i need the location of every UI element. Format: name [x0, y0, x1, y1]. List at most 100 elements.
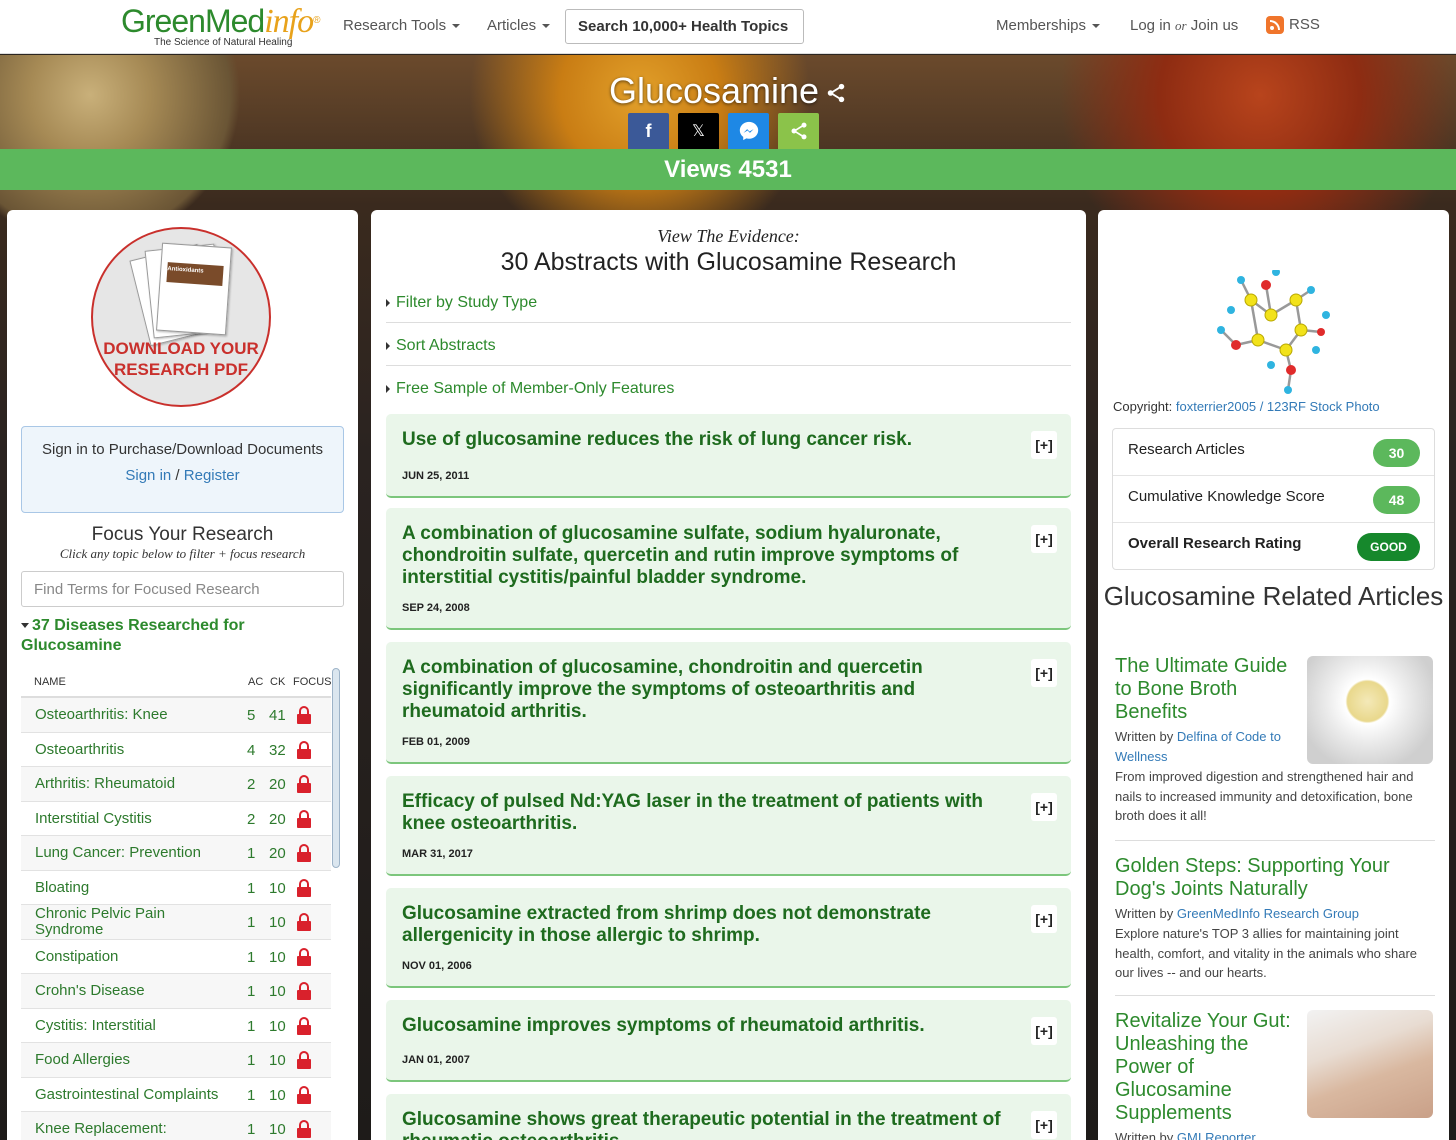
disease-name[interactable]: Chronic Pelvic Pain Syndrome — [35, 905, 235, 939]
disease-name[interactable]: Bloating — [35, 871, 235, 905]
sort-abstracts-toggle[interactable]: Sort Abstracts — [386, 323, 1071, 366]
abstract-title[interactable]: Use of glucosamine reduces the risk of l… — [402, 429, 1007, 451]
messenger-share-button[interactable] — [728, 113, 769, 149]
disease-row[interactable]: Knee Replacement: 1 10 — [21, 1112, 331, 1140]
login-join-link[interactable]: Log in or Join us — [1130, 17, 1238, 34]
disease-name[interactable]: Interstitial Cystitis — [35, 802, 235, 836]
lock-icon[interactable] — [297, 1051, 311, 1069]
abstract-card[interactable]: Use of glucosamine reduces the risk of l… — [386, 414, 1071, 498]
disease-row[interactable]: Food Allergies 1 10 — [21, 1043, 331, 1078]
lock-icon[interactable] — [297, 844, 311, 862]
disease-name[interactable]: Food Allergies — [35, 1043, 235, 1077]
lock-icon[interactable] — [297, 740, 311, 759]
expand-abstract-button[interactable]: [+] — [1031, 793, 1057, 821]
table-scrollbar[interactable] — [332, 668, 340, 868]
free-sample-toggle[interactable]: Free Sample of Member-Only Features — [386, 366, 1071, 409]
expand-abstract-button[interactable]: [+] — [1031, 659, 1057, 687]
sign-in-link[interactable]: Sign in — [125, 467, 171, 484]
abstract-title[interactable]: A combination of glucosamine, chondroiti… — [402, 657, 1007, 723]
disease-name[interactable]: Osteoarthritis: Knee — [35, 698, 235, 732]
disease-row[interactable]: Osteoarthritis 4 32 — [21, 733, 331, 767]
abstract-card[interactable]: Glucosamine extracted from shrimp does n… — [386, 888, 1071, 988]
copyright-link[interactable]: foxterrier2005 / 123RF Stock Photo — [1176, 399, 1380, 414]
disease-row[interactable]: Gastrointestinal Complaints 1 10 — [21, 1078, 331, 1112]
disease-row[interactable]: Osteoarthritis: Knee 5 41 — [21, 698, 331, 733]
disease-row[interactable]: Lung Cancer: Prevention 1 20 — [21, 836, 331, 871]
expand-abstract-button[interactable]: [+] — [1031, 1111, 1057, 1139]
gut-health-thumbnail[interactable] — [1307, 1010, 1433, 1118]
expand-abstract-button[interactable]: [+] — [1031, 525, 1057, 553]
memberships-menu[interactable]: Memberships — [996, 17, 1101, 34]
articles-menu[interactable]: Articles — [487, 17, 551, 34]
lock-icon[interactable] — [297, 913, 311, 931]
research-tools-menu[interactable]: Research Tools — [343, 17, 461, 34]
abstract-card[interactable]: Glucosamine improves symptoms of rheumat… — [386, 1000, 1071, 1082]
lock-icon[interactable] — [297, 947, 311, 966]
lock-icon[interactable] — [297, 1120, 311, 1138]
article-author[interactable]: GMI Reporter — [1177, 1130, 1256, 1140]
link-separator: / — [175, 467, 180, 484]
download-research-pdf-button[interactable]: Antioxidants DOWNLOAD YOUR RESEARCH PDF — [91, 227, 271, 407]
share-icon[interactable] — [825, 82, 847, 104]
abstract-title[interactable]: Glucosamine improves symptoms of rheumat… — [402, 1015, 1007, 1037]
disease-row[interactable]: Bloating 1 10 — [21, 871, 331, 905]
disease-name[interactable]: Cystitis: Interstitial — [35, 1009, 235, 1043]
filter-study-type-toggle[interactable]: Filter by Study Type — [386, 280, 1071, 323]
disease-name[interactable]: Knee Replacement: — [35, 1112, 235, 1140]
rss-link[interactable]: RSS — [1266, 16, 1320, 35]
article-title[interactable]: Revitalize Your Gut: Unleashing the Powe… — [1115, 1010, 1295, 1125]
diseases-toggle[interactable]: 37 Diseases Researched for Glucosamine — [21, 616, 331, 656]
page-title-text: Glucosamine — [608, 70, 820, 111]
abstract-card[interactable]: A combination of glucosamine, chondroiti… — [386, 642, 1071, 764]
disease-row[interactable]: Arthritis: Rheumatoid 2 20 — [21, 767, 331, 802]
download-pdf-label: DOWNLOAD YOUR RESEARCH PDF — [93, 338, 269, 380]
article-title[interactable]: The Ultimate Guide to Bone Broth Benefit… — [1115, 655, 1295, 724]
search-health-topics-button[interactable]: Search 10,000+ Health Topics — [565, 9, 804, 44]
lock-icon[interactable] — [297, 982, 311, 1000]
ck-count: 10 — [269, 948, 286, 966]
disease-name[interactable]: Osteoarthritis — [35, 733, 235, 767]
expand-abstract-button[interactable]: [+] — [1031, 905, 1057, 933]
disease-row[interactable]: Cystitis: Interstitial 1 10 — [21, 1009, 331, 1043]
download-pdf-line2: RESEARCH PDF — [113, 360, 249, 379]
generic-share-button[interactable] — [778, 113, 819, 149]
lock-icon[interactable] — [297, 1085, 311, 1104]
bone-broth-thumbnail[interactable] — [1307, 656, 1433, 764]
abstract-title[interactable]: Glucosamine extracted from shrimp does n… — [402, 903, 1007, 947]
article-author[interactable]: GreenMedInfo Research Group — [1177, 906, 1359, 921]
rating-badge: GOOD — [1357, 533, 1420, 561]
article-title[interactable]: Golden Steps: Supporting Your Dog's Join… — [1115, 855, 1415, 901]
abstract-title[interactable]: A combination of glucosamine sulfate, so… — [402, 523, 1007, 589]
disease-row[interactable]: Interstitial Cystitis 2 20 — [21, 802, 331, 836]
abstract-title[interactable]: Efficacy of pulsed Nd:YAG laser in the t… — [402, 791, 1007, 835]
abstract-card[interactable]: Glucosamine shows great therapeutic pote… — [386, 1094, 1071, 1140]
abstract-title[interactable]: Glucosamine shows great therapeutic pote… — [402, 1109, 1007, 1140]
expand-abstract-button[interactable]: [+] — [1031, 431, 1057, 459]
facebook-share-button[interactable]: f — [628, 113, 669, 149]
abstract-card[interactable]: Efficacy of pulsed Nd:YAG laser in the t… — [386, 776, 1071, 876]
abstract-card[interactable]: A combination of glucosamine sulfate, so… — [386, 508, 1071, 630]
disease-row[interactable]: Constipation 1 10 — [21, 940, 331, 974]
lock-icon[interactable] — [297, 706, 311, 724]
disease-name[interactable]: Gastrointestinal Complaints — [35, 1078, 235, 1112]
ac-count: 1 — [247, 879, 256, 897]
disease-name[interactable]: Constipation — [35, 940, 235, 974]
caret-right-icon — [386, 384, 390, 393]
lock-icon[interactable] — [297, 878, 311, 897]
focused-research-search-input[interactable]: Find Terms for Focused Research — [21, 571, 344, 607]
disease-name[interactable]: Arthritis: Rheumatoid — [35, 767, 235, 801]
expand-abstract-button[interactable]: [+] — [1031, 1017, 1057, 1045]
related-article[interactable]: Golden Steps: Supporting Your Dog's Join… — [1115, 855, 1435, 983]
ac-count: 5 — [247, 707, 256, 724]
disease-name[interactable]: Crohn's Disease — [35, 974, 235, 1008]
disease-row[interactable]: Crohn's Disease 1 10 — [21, 974, 331, 1009]
greenmedinfo-logo[interactable]: GreenMedinfo® The Science of Natural Hea… — [121, 4, 331, 52]
disease-row[interactable]: Chronic Pelvic Pain Syndrome 1 10 — [21, 905, 331, 940]
lock-icon[interactable] — [297, 775, 311, 793]
glucosamine-molecule-image — [1217, 270, 1330, 394]
disease-name[interactable]: Lung Cancer: Prevention — [35, 836, 235, 870]
lock-icon[interactable] — [297, 809, 311, 828]
x-share-button[interactable]: 𝕏 — [678, 113, 719, 149]
lock-icon[interactable] — [297, 1016, 311, 1035]
register-link[interactable]: Register — [184, 467, 240, 484]
